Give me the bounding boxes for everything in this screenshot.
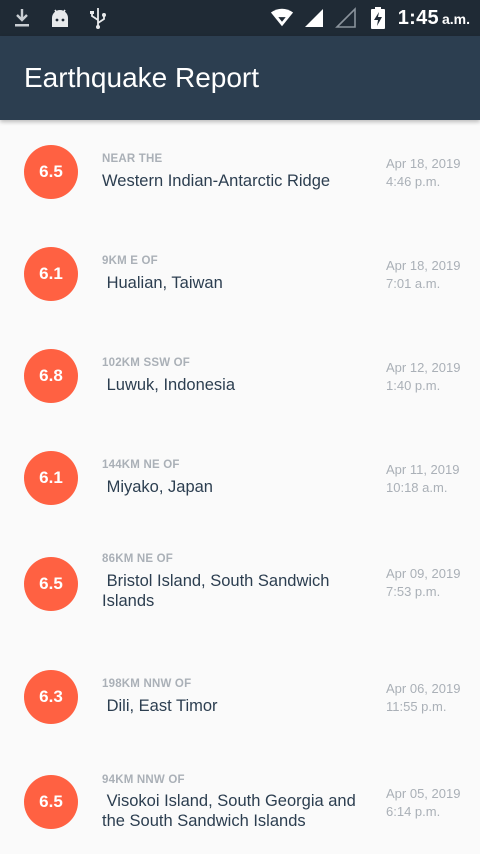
- quake-date: Apr 06, 2019: [386, 681, 461, 696]
- earthquake-list[interactable]: 6.5 NEAR THE Western Indian-Antarctic Ri…: [0, 121, 480, 843]
- date-time: Apr 09, 2019 7:53 p.m.: [386, 565, 460, 601]
- download-icon: [10, 6, 34, 30]
- status-bar: 1:45 a.m.: [0, 0, 480, 36]
- location-offset: 86KM NE OF: [102, 553, 174, 565]
- earthquake-item[interactable]: 6.3 198KM NNW OF Dili, East Timor Apr 06…: [0, 635, 480, 737]
- primary-location: Visokoi Island, South Georgia and the So…: [102, 792, 361, 830]
- primary-location: Bristol Island, South Sandwich Islands: [102, 572, 335, 610]
- quake-time: 7:53 p.m.: [386, 584, 441, 599]
- date-time: Apr 18, 2019 4:46 p.m.: [386, 155, 460, 191]
- quake-time: 6:14 p.m.: [386, 804, 441, 819]
- location-offset: 9KM E OF: [102, 255, 158, 267]
- quake-date: Apr 12, 2019: [386, 360, 461, 375]
- magnitude-circle: 6.3: [24, 670, 78, 724]
- date-time: Apr 05, 2019 6:14 p.m.: [386, 785, 460, 821]
- quake-time: 10:18 a.m.: [386, 480, 448, 495]
- primary-location: Miyako, Japan: [102, 478, 213, 496]
- battery-charging-icon: [366, 6, 390, 30]
- app-title: Earthquake Report: [24, 62, 260, 93]
- android-icon: [48, 6, 72, 30]
- earthquake-item[interactable]: 6.1 144KM NE OF Miyako, Japan Apr 11, 20…: [0, 427, 480, 529]
- status-time: 1:45: [397, 6, 439, 29]
- quake-date: Apr 18, 2019: [386, 156, 461, 171]
- magnitude-circle: 6.1: [24, 451, 78, 505]
- earthquake-item[interactable]: 6.5 NEAR THE Western Indian-Antarctic Ri…: [0, 121, 480, 223]
- primary-location: Western Indian-Antarctic Ridge: [102, 172, 331, 190]
- quake-time: 7:01 a.m.: [386, 276, 441, 291]
- quake-date: Apr 18, 2019: [386, 258, 461, 273]
- status-ampm: a.m.: [441, 10, 470, 27]
- magnitude-circle: 6.5: [24, 557, 78, 611]
- quake-time: 4:46 p.m.: [386, 174, 441, 189]
- wifi-icon: [270, 6, 294, 30]
- signal-empty-icon: [334, 6, 358, 30]
- magnitude-circle: 6.5: [24, 145, 78, 199]
- primary-location: Dili, East Timor: [102, 697, 218, 715]
- earthquake-item[interactable]: 6.5 94KM NNW OF Visokoi Island, South Ge…: [0, 737, 480, 843]
- location-offset: 102KM SSW OF: [102, 357, 191, 369]
- quake-time: 1:40 p.m.: [386, 378, 441, 393]
- status-clock: 1:45 a.m.: [398, 7, 470, 30]
- quake-date: Apr 05, 2019: [386, 786, 461, 801]
- date-time: Apr 06, 2019 11:55 p.m.: [386, 680, 460, 716]
- location-offset: 144KM NE OF: [102, 459, 180, 471]
- signal-icon: [302, 6, 326, 30]
- date-time: Apr 12, 2019 1:40 p.m.: [386, 359, 460, 395]
- quake-time: 11:55 p.m.: [386, 699, 447, 714]
- location-offset: 198KM NNW OF: [102, 678, 192, 690]
- magnitude-circle: 6.5: [24, 775, 78, 829]
- quake-date: Apr 09, 2019: [386, 566, 461, 581]
- app-bar: Earthquake Report: [0, 36, 480, 120]
- primary-location: Hualian, Taiwan: [102, 274, 223, 292]
- date-time: Apr 11, 2019 10:18 a.m.: [386, 461, 459, 497]
- usb-icon: [86, 6, 110, 30]
- primary-location: Luwuk, Indonesia: [102, 376, 236, 394]
- magnitude-circle: 6.1: [24, 247, 78, 301]
- earthquake-item[interactable]: 6.8 102KM SSW OF Luwuk, Indonesia Apr 12…: [0, 325, 480, 427]
- earthquake-item[interactable]: 6.1 9KM E OF Hualian, Taiwan Apr 18, 201…: [0, 223, 480, 325]
- location-offset: NEAR THE: [102, 153, 163, 165]
- quake-date: Apr 11, 2019: [386, 462, 460, 477]
- location-offset: 94KM NNW OF: [102, 774, 185, 786]
- magnitude-circle: 6.8: [24, 349, 78, 403]
- earthquake-item[interactable]: 6.5 86KM NE OF Bristol Island, South San…: [0, 529, 480, 635]
- date-time: Apr 18, 2019 7:01 a.m.: [386, 257, 460, 293]
